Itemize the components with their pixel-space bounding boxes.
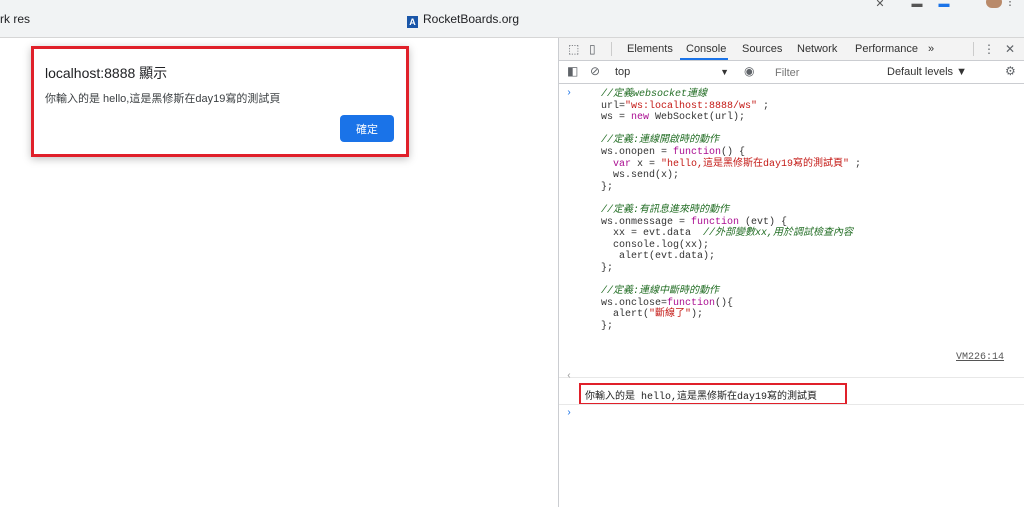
devtools-menu-icon[interactable]: ⋮ [983,42,995,56]
chevron-down-icon: ▼ [720,67,729,77]
divider [611,42,612,56]
devtools-panel: ⬚ ▯ Elements Console Sources Network Per… [558,38,1024,507]
log-message: 你輸入的是 hello,這是黑修斯在day19寫的測試頁 [585,392,818,403]
bookmark-fragment[interactable]: rk res [0,12,30,26]
code-line: console.log(xx); [601,239,710,251]
extension-icon[interactable]: ▬ [932,0,956,10]
log-levels-dropdown[interactable]: Default levels ▼ [887,64,967,80]
divider [559,377,1024,378]
code-line: }; [601,181,614,193]
code-line: var x = "hello,這是黑修斯在day19寫的測試頁" ; [601,158,862,170]
divider [559,404,1024,405]
context-selector[interactable]: top ▼ [615,64,731,80]
more-tabs-button[interactable]: » [928,43,934,55]
code-line: alert(evt.data); [601,251,716,263]
code-line: ws.send(x); [601,170,680,182]
bookmark-rocketboards-label: RocketBoards.org [423,12,520,26]
window-ctrl-icon[interactable]: ▬ [905,0,929,10]
tab-console[interactable]: Console [686,43,726,55]
context-value: top [615,66,631,78]
eye-icon[interactable]: ◉ [744,64,754,78]
tab-performance[interactable]: Performance [855,43,918,55]
dialog-title: localhost:8888 顯示 [45,65,168,81]
code-line: }; [601,263,614,274]
menu-icon[interactable]: ⋮ [998,0,1022,8]
active-tab-indicator [680,58,728,60]
inspect-element-icon[interactable]: ⬚ [568,42,579,56]
devtools-tab-bar: ⬚ ▯ Elements Console Sources Network Per… [559,38,1024,61]
bookmark-rocketboards[interactable]: A RocketBoards.org [407,12,519,28]
dialog-message: 你輸入的是 hello,這是黑修斯在day19寫的測試頁 [45,93,281,105]
code-line: }; [601,321,614,332]
log-source-link[interactable]: VM226:14 [956,352,1004,363]
code-line: ws.onmessage = function (evt) { [601,216,788,228]
ok-button[interactable]: 確定 [340,115,394,142]
tab-elements[interactable]: Elements [627,43,673,55]
clear-console-icon[interactable]: ⊘ [590,64,600,78]
web-page: localhost:8888 顯示 你輸入的是 hello,這是黑修斯在day1… [0,38,558,507]
browser-top-bar: rk res A RocketBoards.org ✕ ▬ ▬ ⋮ [0,0,1024,38]
code-line: ws = new WebSocket(url); [601,112,746,124]
close-window-icon[interactable]: ✕ [868,0,892,10]
rocketboards-icon: A [407,16,418,28]
code-line: ws.onclose=function(){ [601,297,734,309]
code-line: xx = evt.data //外部變數xx,用於調試檢查內容 [601,228,854,240]
divider [973,42,974,56]
code-line: alert("斷線了"); [601,309,704,321]
code-line: //定義:連線中斷時的動作 [601,286,720,298]
input-prompt-icon: › [566,88,573,99]
filter-input[interactable] [769,64,889,82]
alert-dialog: localhost:8888 顯示 你輸入的是 hello,這是黑修斯在day1… [31,46,409,157]
code-line: //定義websocket連線 [601,89,708,100]
code-line: url="ws:localhost:8888/ws" ; [601,100,770,112]
console-toolbar: ◧ ⊘ top ▼ ◉ Default levels ▼ ⚙ [559,61,1024,84]
device-toolbar-icon[interactable]: ▯ [589,42,596,56]
close-devtools-icon[interactable]: ✕ [1005,42,1015,56]
sidebar-toggle-icon[interactable]: ◧ [567,64,578,78]
code-line: ws.onopen = function() { [601,147,746,158]
settings-gear-icon[interactable]: ⚙ [1005,64,1016,78]
result-arrow-icon: ‹ [566,371,573,382]
log-entry: 你輸入的是 hello,這是黑修斯在day19寫的測試頁 [579,383,847,405]
tab-sources[interactable]: Sources [742,43,782,55]
code-line: //定義:有訊息進來時的動作 [601,205,730,216]
tab-network[interactable]: Network [797,43,837,55]
code-line: //定義:連線開啟時的動作 [601,135,720,147]
console-prompt-icon[interactable]: › [566,408,572,419]
console-output: › //定義websocket連線 url="ws:localhost:8888/… [559,84,1024,507]
